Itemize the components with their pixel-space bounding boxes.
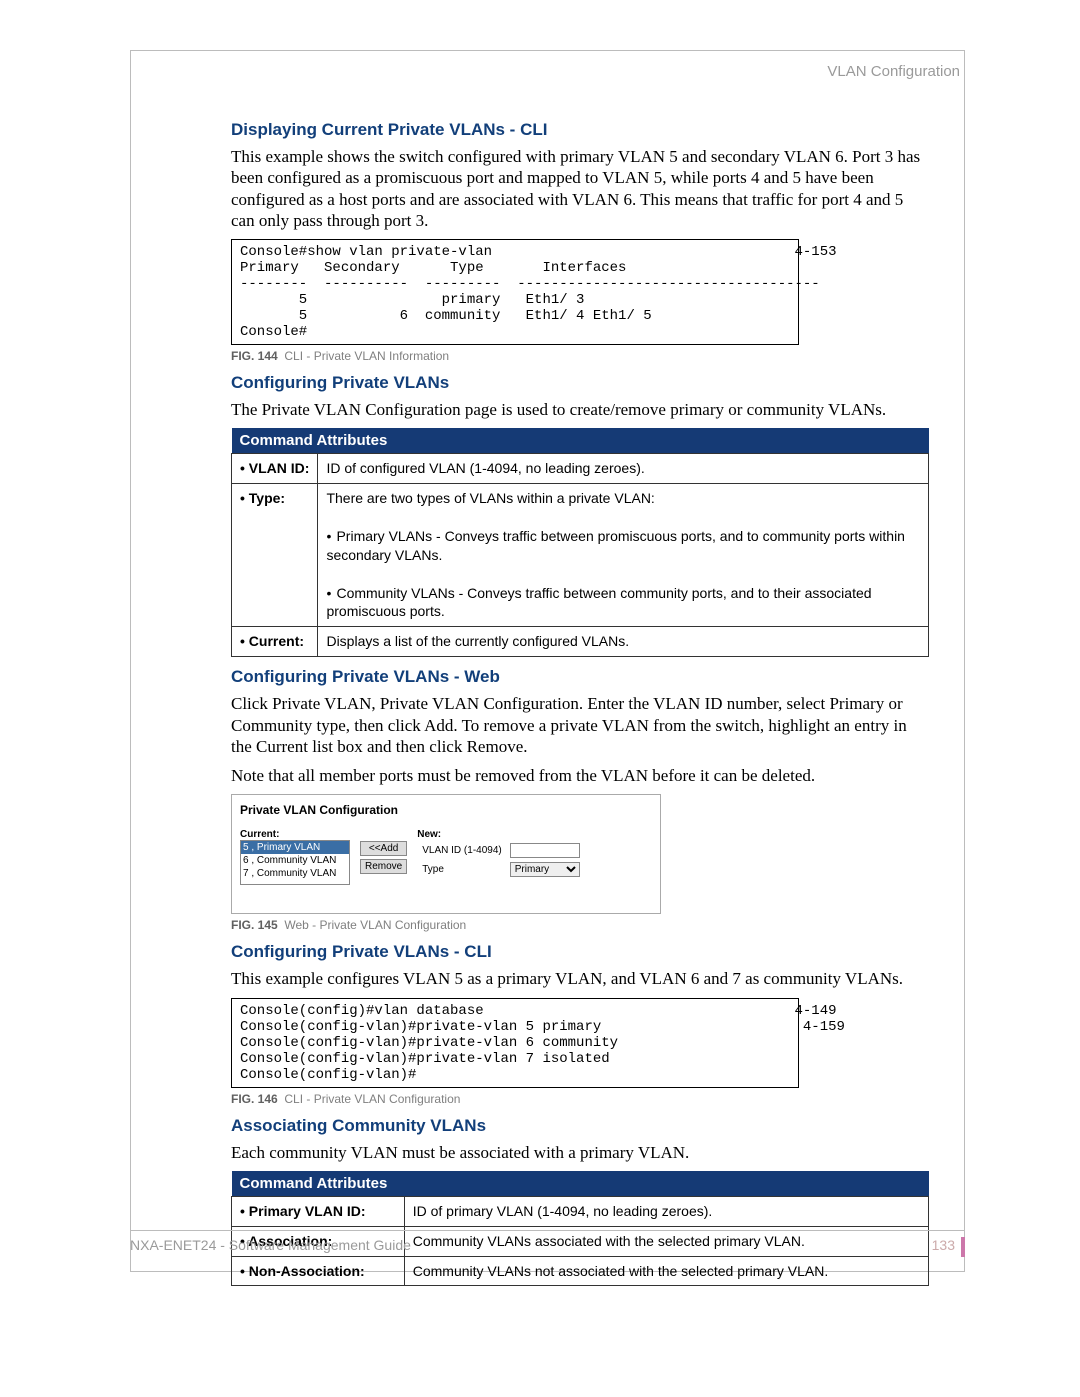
- figure-caption: FIG. 146 CLI - Private VLAN Configuratio…: [231, 1092, 929, 1106]
- footer-title: NXA-ENET24 - Software Management Guide: [130, 1237, 411, 1253]
- list-item[interactable]: 7 , Community VLAN: [241, 867, 349, 880]
- web-screenshot: Private VLAN Configuration Current: 5 , …: [231, 794, 661, 914]
- figure-caption-text: Web - Private VLAN Configuration: [284, 918, 466, 932]
- table-row: • Primary VLAN ID: ID of primary VLAN (1…: [232, 1196, 929, 1226]
- table-header: Command Attributes: [232, 1171, 929, 1197]
- table-row: • Non-Association: Community VLANs not a…: [232, 1256, 929, 1286]
- attr-desc: ID of primary VLAN (1-4094, no leading z…: [404, 1196, 928, 1226]
- figure-caption-text: CLI - Private VLAN Configuration: [284, 1092, 460, 1106]
- list-item[interactable]: 6 , Community VLAN: [241, 854, 349, 867]
- type-select[interactable]: Primary: [510, 862, 580, 877]
- vlan-id-label: VLAN ID (1-4094): [419, 842, 504, 859]
- section-title: Configuring Private VLANs - Web: [231, 667, 929, 687]
- figure-number: FIG. 145: [231, 918, 278, 932]
- attr-desc: ID of configured VLAN (1-4094, no leadin…: [318, 454, 929, 484]
- table-row: • VLAN ID: ID of configured VLAN (1-4094…: [232, 454, 929, 484]
- body-paragraph: Each community VLAN must be associated w…: [231, 1142, 929, 1163]
- figure-number: FIG. 144: [231, 349, 278, 363]
- list-item[interactable]: 5 , Primary VLAN: [241, 841, 349, 854]
- vlan-id-input[interactable]: [510, 843, 580, 858]
- attr-label: • Current:: [232, 627, 318, 657]
- page-frame: VLAN Configuration Displaying Current Pr…: [130, 50, 965, 1272]
- footer-tick-icon: [961, 1237, 965, 1257]
- table-header: Command Attributes: [232, 428, 929, 454]
- attr-desc: Community VLANs not associated with the …: [404, 1256, 928, 1286]
- body-paragraph: The Private VLAN Configuration page is u…: [231, 399, 929, 420]
- attr-desc: Displays a list of the currently configu…: [318, 627, 929, 657]
- attr-sub-bullet: Primary VLANs - Conveys traffic between …: [326, 528, 905, 563]
- figure-caption: FIG. 144 CLI - Private VLAN Information: [231, 349, 929, 363]
- attr-label: • VLAN ID:: [232, 454, 318, 484]
- table-row: • Current: Displays a list of the curren…: [232, 627, 929, 657]
- body-paragraph: Click Private VLAN, Private VLAN Configu…: [231, 693, 929, 757]
- running-header: VLAN Configuration: [827, 63, 960, 80]
- section-title: Associating Community VLANs: [231, 1116, 929, 1136]
- new-label: New:: [417, 829, 584, 840]
- current-listbox[interactable]: 5 , Primary VLAN 6 , Community VLAN 7 , …: [240, 840, 350, 885]
- remove-button[interactable]: Remove: [360, 859, 407, 874]
- figure-number: FIG. 146: [231, 1092, 278, 1106]
- webshot-title: Private VLAN Configuration: [240, 803, 652, 817]
- page-number: 133: [932, 1237, 955, 1253]
- page-content: Displaying Current Private VLANs - CLI T…: [231, 116, 929, 1296]
- figure-caption: FIG. 145 Web - Private VLAN Configuratio…: [231, 918, 929, 932]
- current-label: Current:: [240, 829, 350, 840]
- type-label: Type: [419, 861, 504, 878]
- section-title: Displaying Current Private VLANs - CLI: [231, 120, 929, 140]
- section-title: Configuring Private VLANs - CLI: [231, 942, 929, 962]
- section-title: Configuring Private VLANs: [231, 373, 929, 393]
- attr-label: • Non-Association:: [232, 1256, 405, 1286]
- attr-sub-bullet: Community VLANs - Conveys traffic betwee…: [326, 585, 871, 620]
- add-button[interactable]: <<Add: [360, 841, 407, 856]
- attr-label: • Type:: [232, 484, 318, 627]
- attr-desc: There are two types of VLANs within a pr…: [318, 484, 929, 627]
- attr-desc-text: There are two types of VLANs within a pr…: [326, 490, 654, 506]
- command-attributes-table: Command Attributes • Primary VLAN ID: ID…: [231, 1171, 929, 1287]
- table-row: • Type: There are two types of VLANs wit…: [232, 484, 929, 627]
- figure-caption-text: CLI - Private VLAN Information: [284, 349, 449, 363]
- attr-label: • Primary VLAN ID:: [232, 1196, 405, 1226]
- body-paragraph: This example shows the switch configured…: [231, 146, 929, 231]
- cli-output: Console#show vlan private-vlan 4-153 Pri…: [231, 239, 799, 345]
- body-paragraph: This example configures VLAN 5 as a prim…: [231, 968, 929, 989]
- command-attributes-table: Command Attributes • VLAN ID: ID of conf…: [231, 428, 929, 657]
- body-paragraph: Note that all member ports must be remov…: [231, 765, 929, 786]
- cli-output: Console(config)#vlan database 4-149 Cons…: [231, 998, 799, 1088]
- page-footer: NXA-ENET24 - Software Management Guide 1…: [130, 1230, 965, 1253]
